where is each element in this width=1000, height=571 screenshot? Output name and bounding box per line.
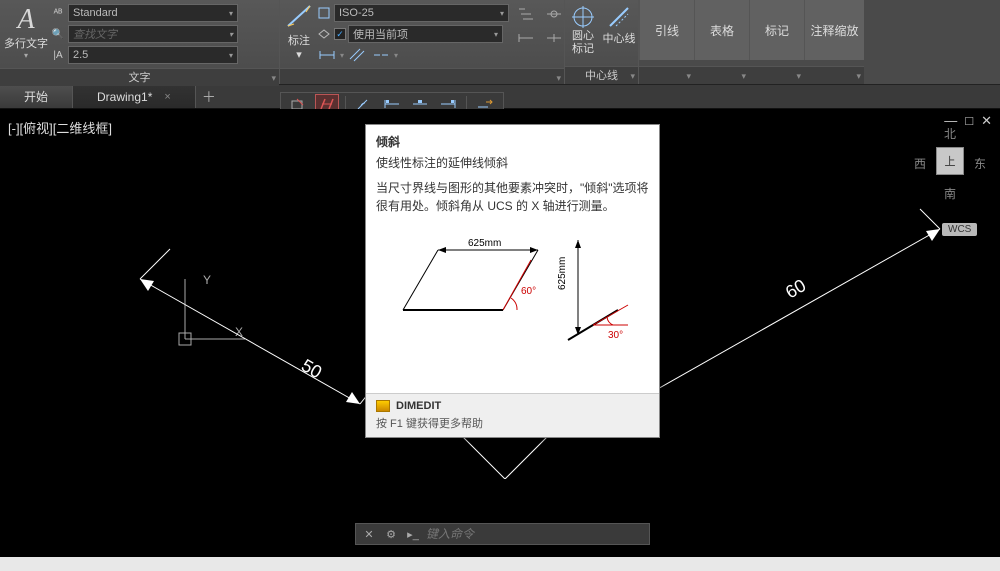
svg-text:60: 60 xyxy=(782,275,809,302)
text-icon: A xyxy=(17,5,34,35)
dimension-label: 标注 xyxy=(288,32,310,48)
leader-button[interactable]: 引线 xyxy=(639,0,694,60)
multiline-text-label: 多行文字 xyxy=(4,35,48,51)
dimstyle-combo[interactable]: ISO-25 xyxy=(334,4,509,22)
dim-linear-button[interactable] xyxy=(316,45,338,65)
viewcube[interactable]: 北 西 东 南 上 WCS xyxy=(904,111,994,231)
dimlayer-icon xyxy=(316,26,332,42)
cmdline-options-button[interactable]: ⚙ xyxy=(382,526,400,542)
panel-title-text[interactable]: 文字 xyxy=(0,68,279,86)
command-icon xyxy=(376,400,390,412)
find-icon: 🔍 xyxy=(50,26,66,42)
viewcube-south[interactable]: 南 xyxy=(944,185,956,202)
dimlayer-combo[interactable]: 使用当前项 xyxy=(348,25,503,43)
table-button[interactable]: 表格 xyxy=(694,0,749,60)
commandline-input[interactable] xyxy=(426,527,645,541)
tooltip-popup: 倾斜 使线性标注的延伸线倾斜 当尺寸界线与图形的其他要素冲突时，"倾斜"选项将很… xyxy=(365,124,660,438)
close-button[interactable]: ✕ xyxy=(981,113,994,129)
markup-button[interactable]: 标记 xyxy=(749,0,804,60)
panel-expand-table[interactable] xyxy=(694,66,749,84)
dim-quick-button[interactable] xyxy=(346,45,368,65)
panel-expand-annoscale[interactable] xyxy=(804,66,864,84)
svg-text:625mm: 625mm xyxy=(468,238,501,249)
chevron-down-icon: ▾ xyxy=(24,51,28,60)
dimension-icon xyxy=(284,2,314,32)
panel-title-center[interactable]: 中心线 xyxy=(565,66,638,84)
tooltip-help-hint: 按 F1 键获得更多帮助 xyxy=(376,415,649,431)
use-current-checkbox[interactable]: ✓ xyxy=(334,28,346,40)
tab-start[interactable]: 开始 xyxy=(0,86,73,108)
centerline-label: 中心线 xyxy=(603,30,636,46)
chevron-down-icon: ▾ xyxy=(296,48,302,61)
ribbon-panel-center: 圆心 标记 中心线 中心线 xyxy=(565,0,639,84)
svg-text:30°: 30° xyxy=(608,330,623,341)
dim-tool-2[interactable] xyxy=(543,4,565,24)
dimstyle-icon xyxy=(316,5,332,21)
dimension-button[interactable]: 标注 ▾ xyxy=(284,2,314,62)
dimension-left[interactable]: 50 xyxy=(120,239,380,419)
tooltip-subtitle: 使线性标注的延伸线倾斜 xyxy=(376,154,649,171)
tooltip-figure: 625mm 60° 625mm 30° xyxy=(376,225,649,385)
svg-text:60°: 60° xyxy=(521,286,536,297)
ribbon-panel-dimension: 标注 ▾ ISO-25 ✓ 使用当前项 ▾ ▾ xyxy=(280,0,565,84)
ribbon: A 多行文字 ▾ ᴬᴮ Standard 🔍 查找文字 |A 2.5 文字 xyxy=(0,0,1000,85)
tooltip-title: 倾斜 xyxy=(376,133,649,150)
minimize-button[interactable]: ― xyxy=(944,113,959,129)
text-height-combo[interactable]: 2.5 xyxy=(68,46,238,64)
tab-drawing1[interactable]: Drawing1* × xyxy=(73,86,196,108)
svg-text:625mm: 625mm xyxy=(557,257,568,290)
tab-add-button[interactable]: ＋ xyxy=(196,86,222,108)
centerline-button[interactable]: 中心线 xyxy=(601,0,637,46)
centermark-icon xyxy=(570,4,596,30)
multiline-text-button[interactable]: A 多行文字 ▾ xyxy=(4,2,48,62)
commandline-bar: ✕ ⚙ ▸_ xyxy=(355,523,650,545)
panel-expand-markup[interactable] xyxy=(749,66,804,84)
text-style-icon: ᴬᴮ xyxy=(50,5,66,21)
centermark-button[interactable]: 圆心 标记 xyxy=(565,0,601,56)
dim-tool-4[interactable] xyxy=(515,28,537,48)
tab-close-icon[interactable]: × xyxy=(164,91,170,103)
text-height-icon: |A xyxy=(50,47,66,63)
panel-expand-leader[interactable] xyxy=(639,66,694,84)
cmdline-close-button[interactable]: ✕ xyxy=(360,526,378,542)
svg-text:50: 50 xyxy=(298,355,325,382)
dim-tool-5[interactable] xyxy=(543,28,565,48)
ribbon-right-group: 引线 表格 标记 注释缩放 xyxy=(639,0,1000,84)
viewport-label[interactable]: [-][俯视][二维线框] xyxy=(6,118,114,137)
ribbon-panel-text: A 多行文字 ▾ ᴬᴮ Standard 🔍 查找文字 |A 2.5 文字 xyxy=(0,0,280,84)
viewcube-west[interactable]: 西 xyxy=(914,155,926,172)
viewport-window-controls: ― □ ✕ xyxy=(944,113,994,129)
centerline-icon xyxy=(606,4,632,30)
maximize-button[interactable]: □ xyxy=(965,113,975,129)
dimension-right[interactable]: 60 xyxy=(620,199,960,419)
annoscale-button[interactable]: 注释缩放 xyxy=(804,0,864,60)
cmdline-prompt-icon: ▸_ xyxy=(404,526,422,542)
panel-title-dim[interactable] xyxy=(280,68,564,84)
centermark-label: 圆心 标记 xyxy=(565,30,601,56)
viewcube-east[interactable]: 东 xyxy=(974,155,986,172)
status-footer xyxy=(0,557,1000,571)
viewcube-top-face[interactable]: 上 xyxy=(936,147,964,175)
dim-tool-1[interactable] xyxy=(515,4,537,24)
find-text-input[interactable]: 查找文字 xyxy=(68,25,238,43)
tooltip-description: 当尺寸界线与图形的其他要素冲突时，"倾斜"选项将很有用处。倾斜角从 UCS 的 … xyxy=(376,179,649,215)
tooltip-command: DIMEDIT xyxy=(396,400,441,412)
dim-continue-button[interactable] xyxy=(370,45,392,65)
text-style-combo[interactable]: Standard xyxy=(68,4,238,22)
viewcube-wcs-label[interactable]: WCS xyxy=(942,223,977,236)
